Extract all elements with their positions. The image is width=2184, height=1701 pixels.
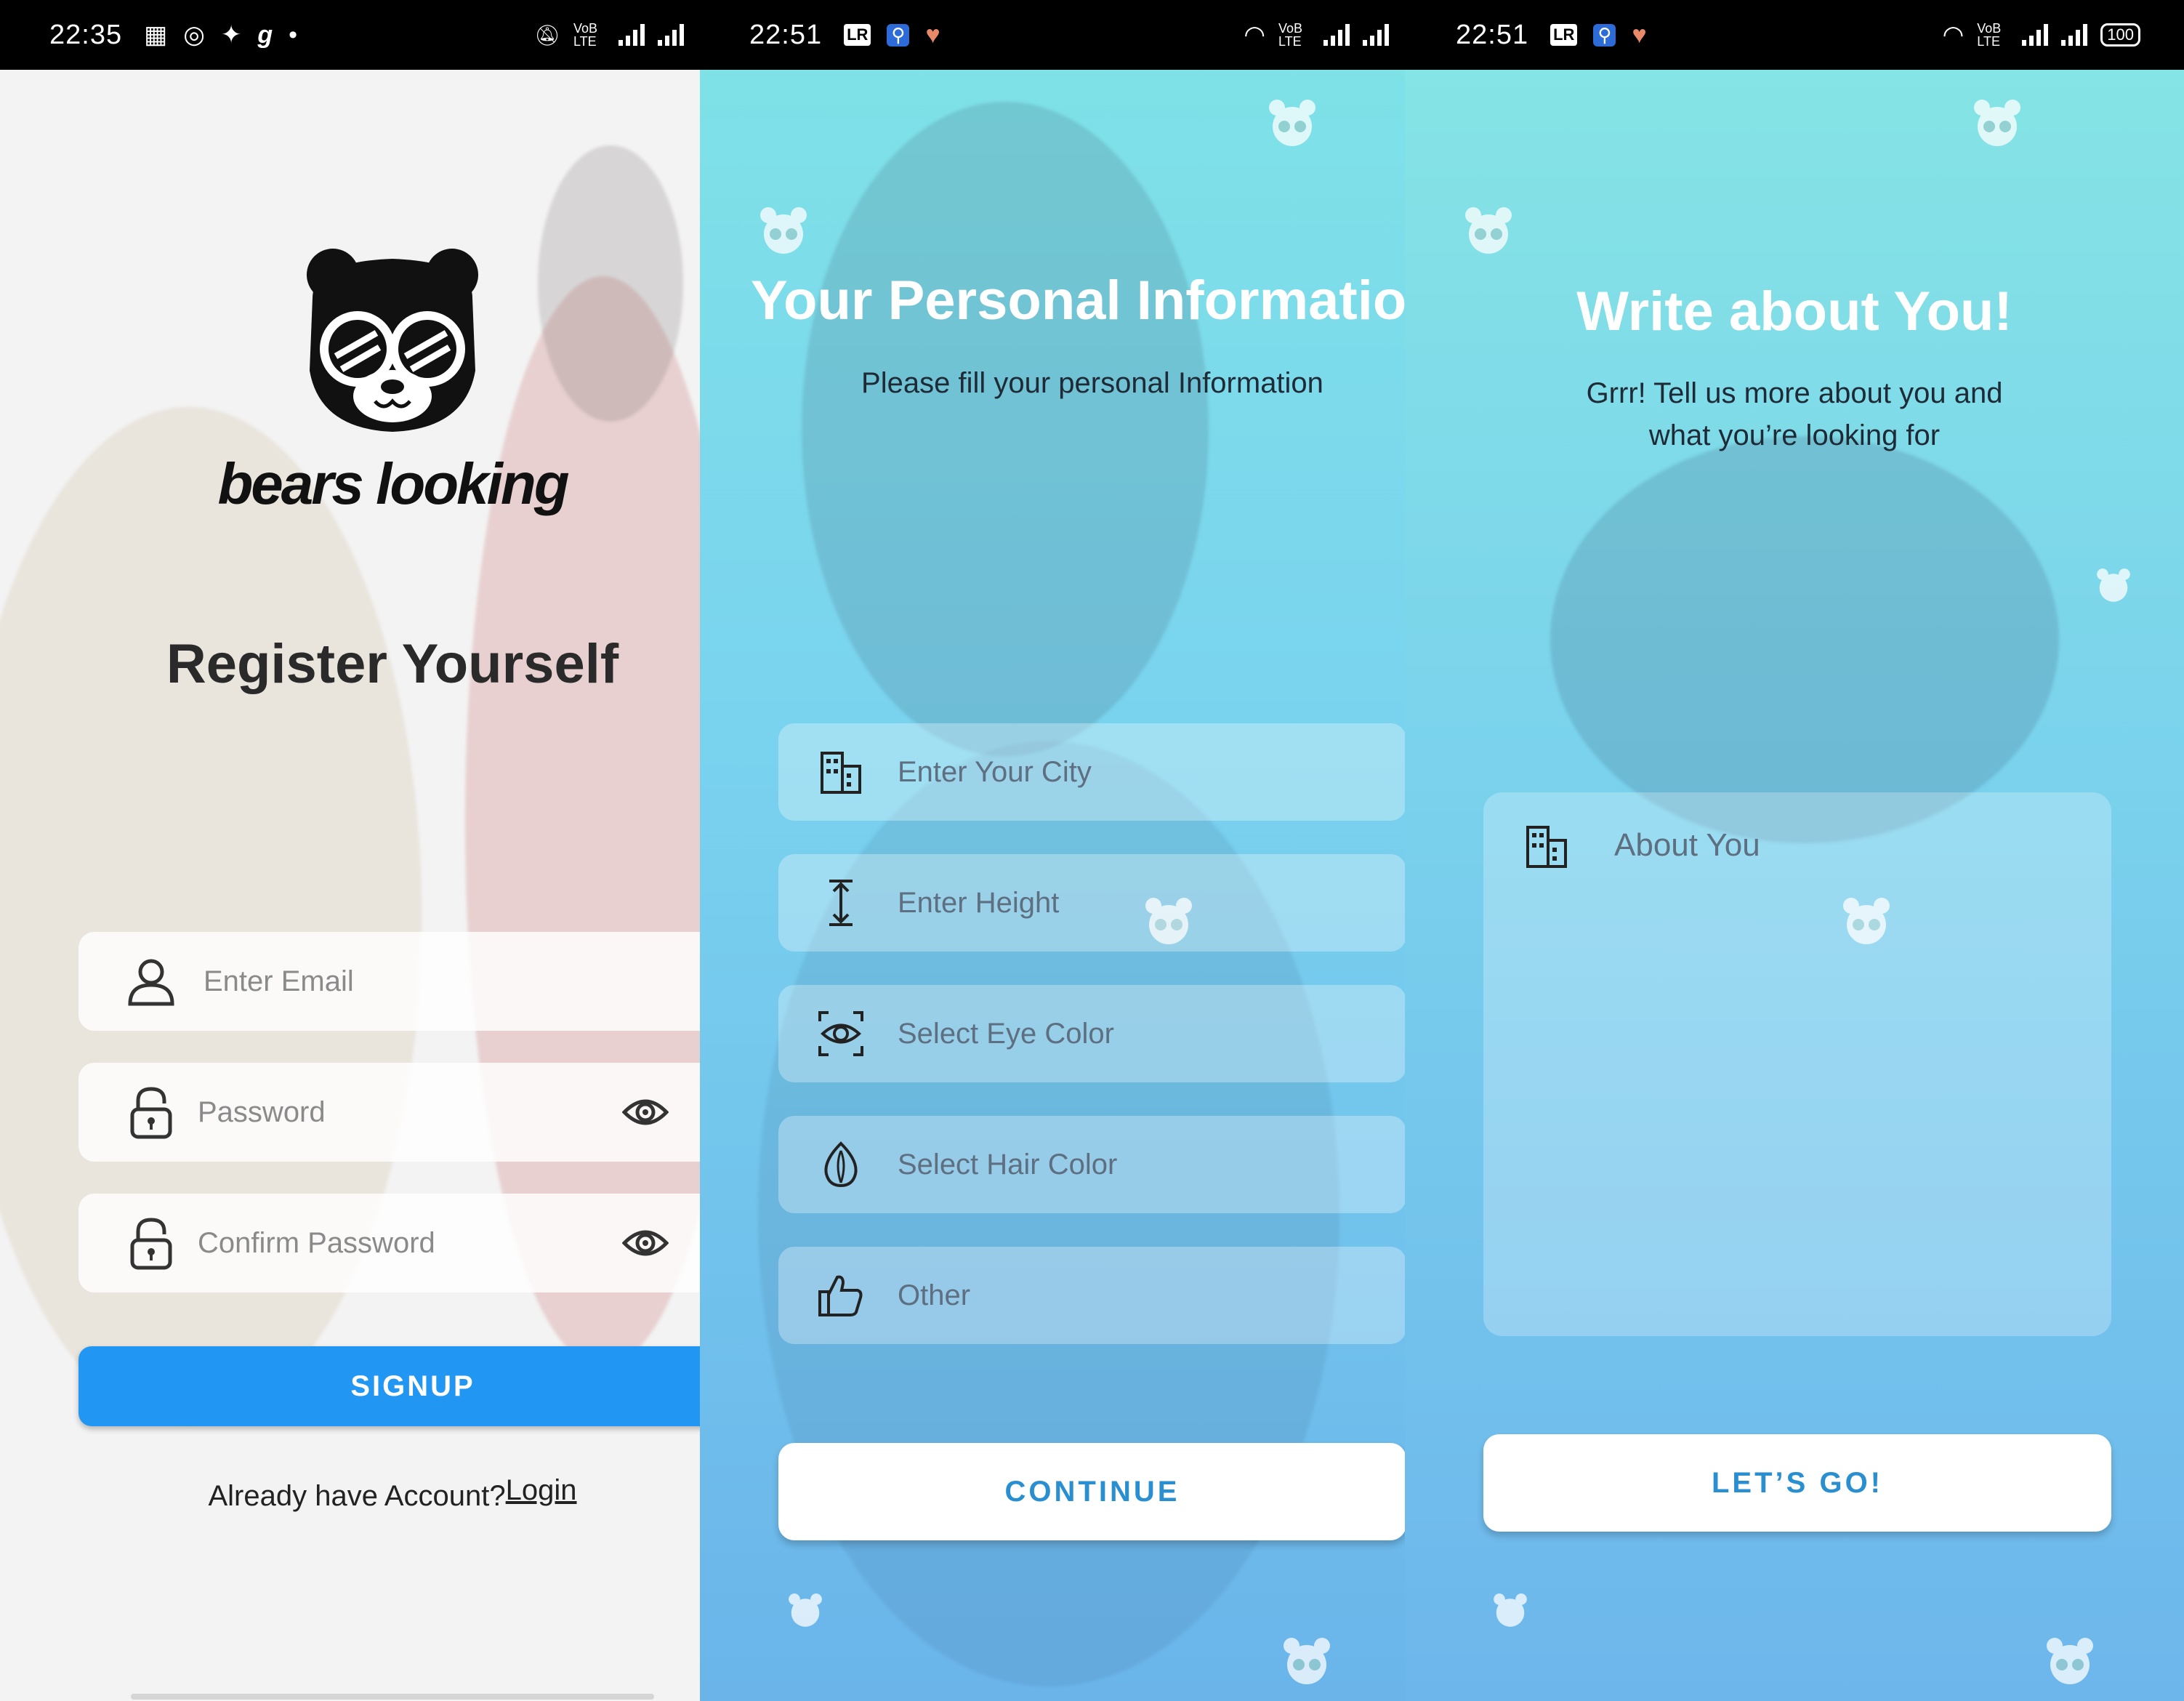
- signal-4g-icon: [658, 24, 684, 46]
- volte-label: VoB LTE: [1977, 21, 2002, 49]
- wifi-icon: ◠: [1942, 21, 1965, 49]
- eye-color-field[interactable]: Select Eye Color: [778, 985, 1405, 1082]
- email-placeholder: Enter Email: [204, 965, 354, 997]
- height-placeholder: Enter Height: [898, 886, 1060, 919]
- page-subtitle: Grrr! Tell us more about you and what yo…: [1405, 372, 2184, 457]
- calendar-icon: ▦: [144, 21, 168, 49]
- mute-icon: 🔕︎: [534, 23, 560, 47]
- hair-color-placeholder: Select Hair Color: [898, 1148, 1118, 1181]
- page-subtitle: Please fill your personal Information: [861, 367, 1323, 399]
- height-icon: [812, 878, 870, 928]
- hair-icon: [812, 1141, 870, 1189]
- signal-icon: [2022, 24, 2049, 46]
- status-time: 22:35: [49, 19, 123, 50]
- wifi-icon: ◠: [1244, 21, 1265, 49]
- g-icon: g: [257, 20, 273, 49]
- other-field[interactable]: Other: [778, 1247, 1405, 1344]
- about-you-textarea[interactable]: About You: [1483, 792, 2111, 1336]
- bear-pattern-icon: [1494, 1593, 1527, 1627]
- email-field[interactable]: Enter Email: [78, 932, 700, 1031]
- eye-icon[interactable]: [616, 1227, 674, 1259]
- status-time: 22:51: [749, 19, 823, 50]
- bear-pattern-icon: [1269, 100, 1315, 146]
- twitter-icon: ✦: [220, 21, 242, 49]
- subtitle-line-1: Grrr! Tell us more about you and: [1586, 377, 2003, 409]
- battery-icon: 100: [2100, 23, 2140, 47]
- bear-pattern-icon: [1465, 207, 1512, 254]
- heart-icon: ♥: [925, 20, 940, 49]
- eye-scan-icon: [812, 1010, 870, 1058]
- page-title: Register Yourself: [166, 633, 619, 695]
- continue-button[interactable]: CONTINUE: [778, 1443, 1405, 1540]
- signal-icon: [1363, 24, 1389, 46]
- other-placeholder: Other: [898, 1279, 971, 1311]
- thumbs-up-icon: [812, 1273, 870, 1318]
- background-photo: [802, 102, 1209, 756]
- brand-name: bears looking: [217, 451, 569, 516]
- city-placeholder: Enter Your City: [898, 755, 1092, 788]
- volte-label: VoB LTE: [573, 21, 598, 49]
- hair-color-field[interactable]: Select Hair Color: [778, 1116, 1405, 1213]
- lets-go-button[interactable]: LET’S GO!: [1483, 1434, 2111, 1532]
- bear-pattern-icon: [2047, 1638, 2093, 1684]
- instagram-icon: ◎: [183, 21, 205, 49]
- password-field[interactable]: Password: [78, 1063, 700, 1162]
- status-bar: 22:51 LR ⚲ ♥ ◠ VoB LTE 100: [1405, 0, 2184, 70]
- person-icon: [121, 956, 182, 1007]
- bear-pattern-icon: [1284, 1638, 1330, 1684]
- signal-icon: [618, 24, 645, 46]
- city-field[interactable]: Enter Your City: [778, 723, 1405, 821]
- bear-logo: [189, 247, 596, 440]
- confirm-password-placeholder: Confirm Password: [198, 1226, 435, 1259]
- confirm-password-field[interactable]: Confirm Password: [78, 1194, 700, 1292]
- status-bar: 22:51 LR ⚲ ♥ ◠ VoB LTE: [700, 0, 1405, 70]
- heart-icon: ♥: [1632, 20, 1647, 49]
- subtitle-line-2: what you’re looking for: [1648, 419, 1941, 451]
- login-prompt-text: Already have Account?: [208, 1480, 506, 1512]
- login-link[interactable]: Login: [506, 1474, 577, 1506]
- about-you-screen: 22:51 LR ⚲ ♥ ◠ VoB LTE 100 Write about Y…: [1405, 0, 2184, 1701]
- status-bar: 22:35 ▦ ◎ ✦ g • 🔕︎ VoB LTE: [0, 0, 700, 70]
- lock-icon: [121, 1085, 182, 1140]
- signal-icon: [1323, 24, 1350, 46]
- about-you-placeholder: About You: [1614, 827, 1760, 863]
- usb-icon: ⚲: [887, 23, 910, 47]
- page-title: Your Personal Informatior: [751, 270, 1405, 331]
- password-placeholder: Password: [198, 1095, 326, 1128]
- personal-info-screen: 22:51 LR ⚲ ♥ ◠ VoB LTE Your Personal Inf…: [700, 0, 1405, 1701]
- height-field[interactable]: Enter Height: [778, 854, 1405, 952]
- bear-pattern-icon: [760, 207, 807, 254]
- bear-pattern-icon: [789, 1593, 822, 1627]
- eye-icon[interactable]: [616, 1096, 674, 1128]
- lock-icon: [121, 1215, 182, 1271]
- status-time: 22:51: [1456, 19, 1529, 50]
- eye-color-placeholder: Select Eye Color: [898, 1017, 1114, 1050]
- lr-icon: LR: [1550, 24, 1578, 46]
- volte-label: VoB LTE: [1278, 21, 1303, 49]
- signup-button[interactable]: SIGNUP: [78, 1346, 700, 1426]
- building-icon: [812, 749, 870, 795]
- login-prompt: Already have Account?Login: [0, 1474, 700, 1513]
- usb-icon: ⚲: [1593, 23, 1616, 47]
- register-screen: 22:35 ▦ ◎ ✦ g • 🔕︎ VoB LTE bears looking…: [0, 0, 700, 1701]
- lr-icon: LR: [844, 24, 871, 46]
- bear-pattern-icon: [2097, 568, 2130, 602]
- signal-icon: [2061, 24, 2088, 46]
- bear-pattern-icon: [1974, 100, 2020, 146]
- dot-icon: •: [289, 20, 298, 49]
- bear-face-icon: [307, 249, 478, 432]
- bottom-divider: [131, 1694, 654, 1700]
- building-icon: [1521, 823, 1572, 869]
- background-photo: [1550, 436, 2059, 843]
- page-title: Write about You!: [1576, 281, 2012, 342]
